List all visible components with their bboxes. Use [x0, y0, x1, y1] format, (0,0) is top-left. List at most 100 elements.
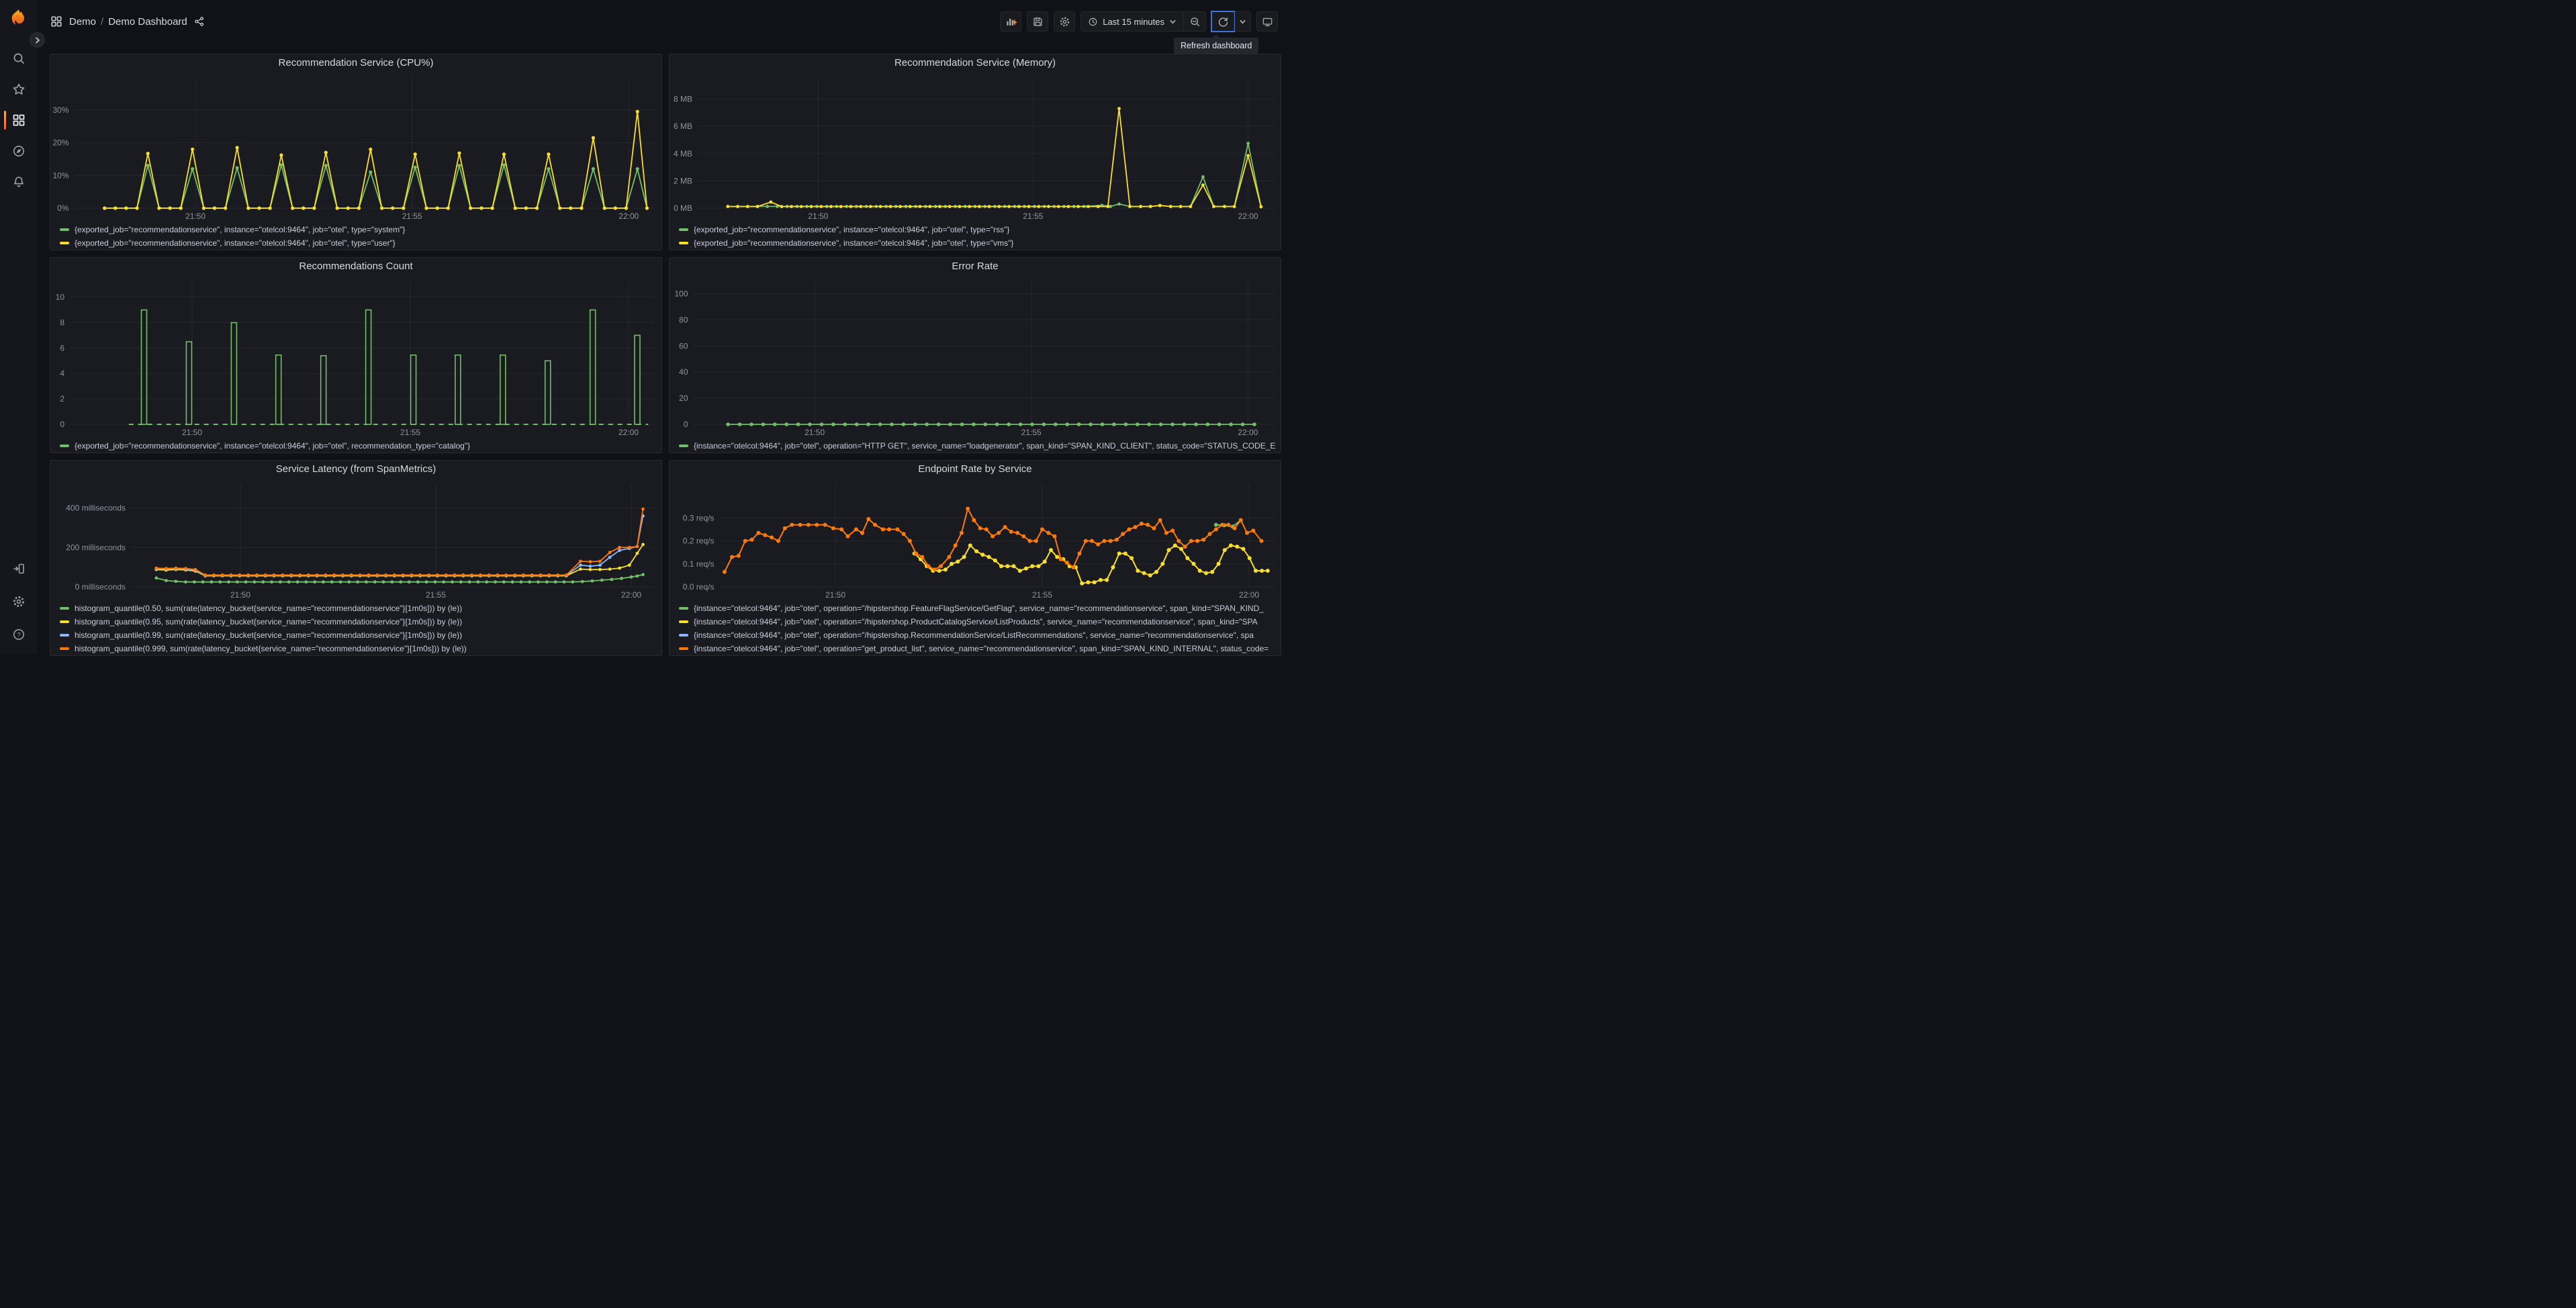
legend-label: {exported_job="recommendationservice", i… [75, 225, 406, 234]
refresh-button[interactable] [1212, 12, 1234, 31]
svg-text:22:00: 22:00 [1239, 590, 1259, 600]
svg-text:10: 10 [56, 293, 65, 302]
add-panel-button[interactable] [1000, 11, 1022, 32]
svg-text:20%: 20% [52, 138, 68, 148]
sidebar-item-alerting[interactable] [0, 175, 37, 189]
share-icon[interactable] [194, 16, 205, 27]
svg-text:21:55: 21:55 [1023, 212, 1043, 221]
svg-text:6: 6 [60, 343, 64, 353]
panel-title[interactable]: Recommendations Count [50, 258, 661, 275]
legend-swatch [60, 445, 69, 447]
refresh-interval-dropdown[interactable] [1234, 12, 1250, 31]
legend-label: histogram_quantile(0.999, sum(rate(laten… [75, 644, 467, 653]
dashboard-settings-button[interactable] [1054, 11, 1076, 32]
plot-area[interactable]: 21:50 21:55 22:00 0 milliseconds 200 millise… [50, 478, 661, 600]
time-controls: Last 15 minutes [1080, 11, 1206, 32]
panel-recommendation-memory: Recommendation Service (Memory) 21:50 21:… [669, 54, 1281, 250]
legend-item[interactable]: {instance="otelcol:9464", job="otel", op… [679, 642, 1281, 655]
time-range-picker[interactable]: Last 15 minutes [1081, 12, 1183, 31]
legend: histogram_quantile(0.50, sum(rate(latenc… [50, 600, 661, 655]
sidebar-item-dashboards[interactable] [0, 111, 37, 130]
refresh-tooltip: Refresh dashboard [1174, 34, 1259, 54]
dashboards-icon [13, 114, 24, 126]
add-panel-icon [1007, 18, 1017, 26]
legend-item[interactable]: {instance="otelcol:9464", job="otel", op… [679, 615, 1281, 628]
svg-text:6 MB: 6 MB [674, 122, 692, 131]
legend-swatch [60, 228, 69, 231]
plot-area[interactable]: 21:50 21:55 22:00 0 2 4 6 8 10 [50, 275, 661, 438]
svg-text:30%: 30% [52, 105, 68, 115]
svg-text:0.0 req/s: 0.0 req/s [683, 582, 715, 592]
dashboard-grid: Recommendation Service (CPU%) 21:50 21:55… [50, 54, 1281, 656]
legend-item[interactable]: {instance="otelcol:9464", job="otel", op… [679, 439, 1281, 453]
sign-in-icon [13, 563, 24, 574]
panel-title[interactable]: Endpoint Rate by Service [670, 461, 1281, 478]
plot-area[interactable]: 21:50 21:55 22:00 0 MB 2 MB 4 MB 6 MB 8 MB [670, 72, 1281, 222]
svg-text:4 MB: 4 MB [674, 149, 692, 158]
grafana-logo-icon[interactable] [9, 8, 29, 28]
tooltip-arrow [1213, 34, 1220, 38]
svg-text:21:55: 21:55 [426, 590, 446, 600]
cycle-view-button[interactable] [1256, 11, 1278, 32]
svg-text:60: 60 [679, 341, 688, 351]
legend-label: {instance="otelcol:9464", job="otel", op… [694, 441, 1276, 451]
sidebar-item-help[interactable]: ? [0, 627, 37, 642]
sidebar-expand-button[interactable] [30, 32, 45, 48]
legend-item[interactable]: {exported_job="recommendationservice", i… [60, 439, 661, 453]
svg-text:2 MB: 2 MB [674, 176, 692, 185]
plot-area[interactable]: 21:50 21:55 22:00 0 20 40 60 80 100 [670, 275, 1281, 438]
alerting-bell-icon [13, 177, 24, 187]
dashboard-grid-icon [51, 16, 62, 27]
sidebar-item-sign-in[interactable] [0, 561, 37, 576]
legend-item[interactable]: {exported_job="recommendationservice", i… [60, 223, 661, 236]
panel-title[interactable]: Error Rate [670, 258, 1281, 275]
svg-text:?: ? [17, 631, 20, 639]
svg-text:80: 80 [679, 315, 688, 324]
svg-text:22:00: 22:00 [1238, 428, 1258, 437]
legend-item[interactable]: histogram_quantile(0.95, sum(rate(latenc… [60, 615, 661, 628]
legend-item[interactable]: histogram_quantile(0.50, sum(rate(latenc… [60, 602, 661, 615]
sidebar-item-starred[interactable] [0, 82, 37, 97]
plot-area[interactable]: 21:50 21:55 22:00 0% 10% 20% 30% [50, 72, 661, 222]
panel-recommendation-cpu: Recommendation Service (CPU%) 21:50 21:55… [50, 54, 662, 250]
legend-item[interactable]: {exported_job="recommendationservice", i… [679, 236, 1281, 250]
panel-error-rate: Error Rate 21:50 21:55 22:00 0 20 40 60 80 100 {… [669, 257, 1281, 453]
svg-text:0%: 0% [57, 203, 69, 213]
legend-item[interactable]: histogram_quantile(0.999, sum(rate(laten… [60, 642, 661, 655]
legend-item[interactable]: {exported_job="recommendationservice", i… [60, 236, 661, 250]
legend-item[interactable]: histogram_quantile(0.99, sum(rate(latenc… [60, 628, 661, 642]
legend-label: {exported_job="recommendationservice", i… [694, 225, 1010, 234]
svg-text:20: 20 [679, 393, 688, 403]
sidebar-item-search[interactable] [0, 51, 37, 66]
svg-text:0.3 req/s: 0.3 req/s [683, 513, 715, 522]
tooltip-text: Refresh dashboard [1181, 41, 1252, 50]
panel-title[interactable]: Recommendation Service (CPU%) [50, 54, 661, 72]
legend-item[interactable]: {exported_job="recommendationservice", i… [679, 223, 1281, 236]
clock-icon [1089, 17, 1097, 26]
sidebar-item-explore[interactable] [0, 144, 37, 158]
breadcrumb: Demo / Demo Dashboard [69, 16, 187, 28]
panel-title[interactable]: Recommendation Service (Memory) [670, 54, 1281, 72]
sidebar: ? [0, 0, 37, 654]
svg-text:8: 8 [60, 318, 64, 327]
breadcrumb-folder[interactable]: Demo [69, 16, 96, 28]
sidebar-item-configuration[interactable] [0, 594, 37, 609]
legend-swatch [679, 620, 688, 623]
legend-item[interactable]: {instance="otelcol:9464", job="otel", op… [679, 602, 1281, 615]
svg-text:0: 0 [684, 420, 688, 429]
svg-text:22:00: 22:00 [618, 212, 639, 221]
zoom-out-button[interactable] [1184, 12, 1205, 31]
legend-swatch [60, 607, 69, 610]
save-dashboard-button[interactable] [1027, 11, 1049, 32]
legend-swatch [679, 647, 688, 650]
breadcrumb-dashboard-title[interactable]: Demo Dashboard [108, 16, 187, 28]
panel-title[interactable]: Service Latency (from SpanMetrics) [50, 461, 661, 478]
panel-service-latency: Service Latency (from SpanMetrics) 21:50… [50, 460, 662, 656]
legend: {exported_job="recommendationservice", i… [50, 222, 661, 250]
legend-item[interactable]: {instance="otelcol:9464", job="otel", op… [679, 628, 1281, 642]
save-icon [1033, 17, 1042, 26]
svg-text:0.1 req/s: 0.1 req/s [683, 559, 715, 569]
plot-area[interactable]: 21:50 21:55 22:00 0.0 req/s 0.1 req/s 0.2 req… [670, 478, 1281, 600]
legend-swatch [679, 634, 688, 637]
svg-text:200 milliseconds: 200 milliseconds [66, 543, 126, 552]
